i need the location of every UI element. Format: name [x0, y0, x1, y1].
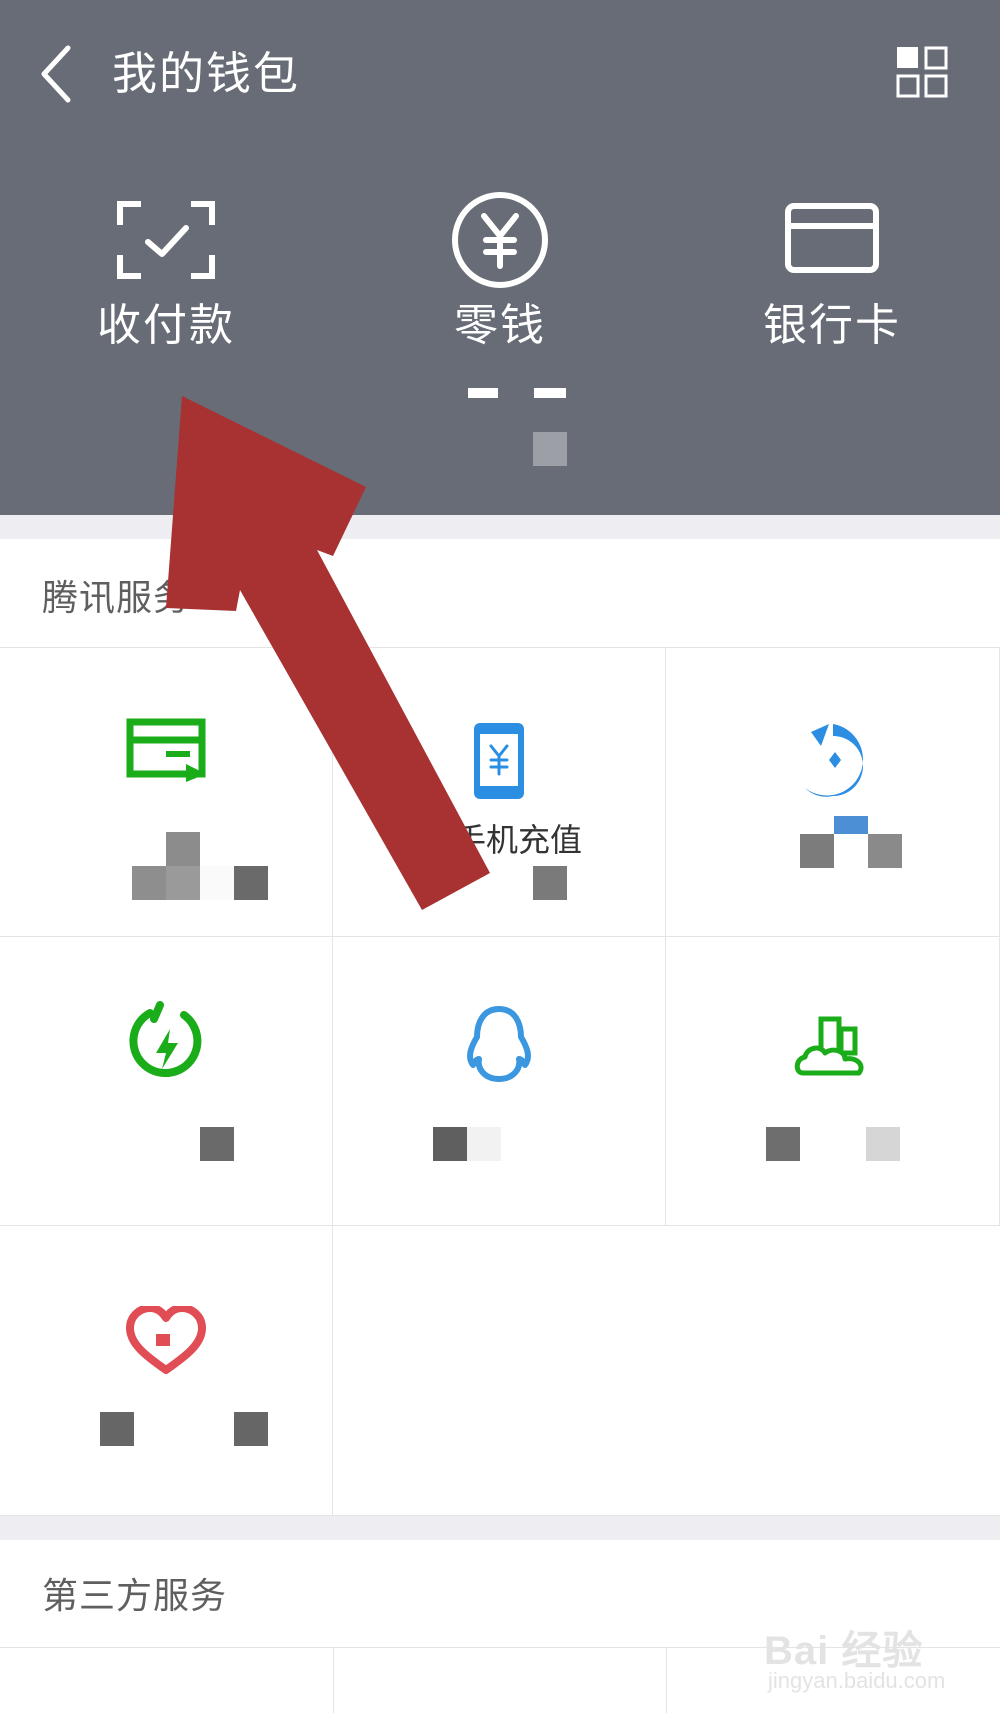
- scan-check-icon: [117, 201, 215, 279]
- bank-card-button[interactable]: 银行卡: [722, 200, 942, 354]
- label-mosaic: [100, 1412, 268, 1446]
- empty-cell: [333, 1226, 1000, 1516]
- section-gap: [0, 515, 1000, 539]
- bank-card-icon: [785, 203, 879, 273]
- service-wealth[interactable]: 理财通: [666, 648, 1000, 937]
- tencent-services-grid: 信用卡还款 手机充值: [0, 648, 1000, 1516]
- receive-pay-button[interactable]: 收付款: [56, 200, 276, 354]
- receive-pay-label: 收付款: [97, 300, 235, 351]
- bolt-icon: [129, 1001, 202, 1077]
- service-label: 手机充值: [453, 821, 582, 859]
- third-party-cell[interactable]: [0, 1648, 334, 1713]
- service-phone-recharge[interactable]: 手机充值: [333, 648, 666, 937]
- credit-card-repay-icon: [126, 718, 206, 782]
- label-mosaic: [433, 1127, 501, 1161]
- service-charity[interactable]: 腾讯公益: [0, 1226, 333, 1516]
- phone-recharge-icon: [474, 723, 524, 799]
- yuan-coin-icon: [452, 192, 548, 288]
- service-credit-card-repay[interactable]: 信用卡还款: [0, 648, 333, 937]
- service-city[interactable]: 城市服务: [666, 937, 1000, 1226]
- wallet-header: 我的钱包 收付款 零钱 银行卡: [0, 0, 1000, 515]
- page-title: 我的钱包: [112, 47, 301, 100]
- label-mosaic: [433, 866, 569, 900]
- watermark-url: jingyan.baidu.com: [768, 1668, 946, 1693]
- label-mosaic: [200, 1127, 234, 1161]
- label-mosaic: [800, 816, 902, 900]
- wealth-icon: [804, 724, 863, 797]
- change-balance-button[interactable]: 零钱: [390, 192, 610, 354]
- city-service-icon: [794, 1016, 864, 1076]
- label-mosaic: [132, 832, 268, 900]
- service-q-coin[interactable]: Q币充值: [333, 937, 666, 1226]
- grid-menu-icon[interactable]: [896, 46, 948, 98]
- label-mosaic: [766, 1127, 902, 1161]
- balance-mosaic-block: [533, 432, 567, 466]
- balance-mosaic: [468, 388, 566, 398]
- bank-card-label: 银行卡: [763, 300, 901, 351]
- third-party-services-title: 第三方服务: [42, 1576, 228, 1617]
- service-utilities[interactable]: 生活缴费: [0, 937, 333, 1226]
- tencent-services-header: 腾讯服务: [0, 539, 1000, 648]
- back-arrow-icon[interactable]: [38, 42, 78, 106]
- service-label: 生活缴费: [101, 1122, 230, 1160]
- section-gap: [0, 1516, 1000, 1540]
- change-balance-label: 零钱: [454, 300, 546, 351]
- heart-icon: [126, 1306, 206, 1374]
- qq-penguin-icon: [467, 1006, 531, 1082]
- third-party-cell[interactable]: [333, 1648, 667, 1713]
- tencent-services-title: 腾讯服务: [42, 578, 191, 619]
- baidu-jingyan-watermark: Bai 经验 jingyan.baidu.com: [764, 1618, 974, 1698]
